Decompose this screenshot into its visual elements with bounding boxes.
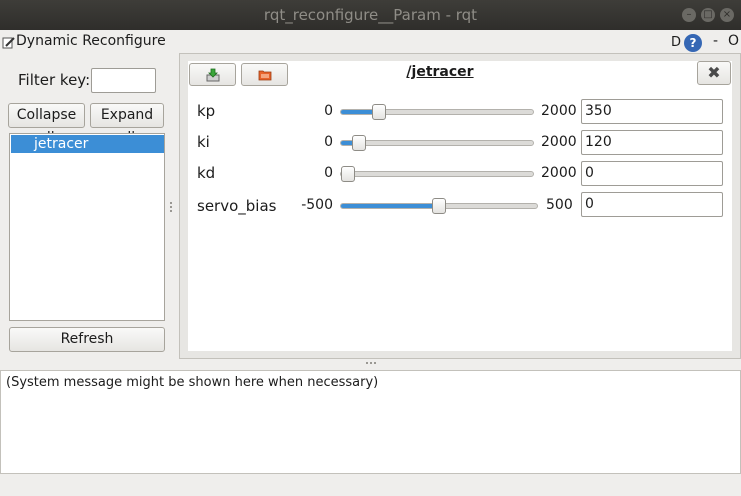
node-tree[interactable]: jetracer bbox=[9, 133, 165, 321]
window-title: rqt_reconfigure__Param - rqt bbox=[263, 6, 478, 24]
expand-all-button[interactable]: Expand all bbox=[90, 103, 164, 146]
window-titlebar: rqt_reconfigure__Param - rqt – □ × bbox=[0, 0, 741, 30]
load-button[interactable] bbox=[189, 63, 236, 86]
system-message-text: (System message might be shown here when… bbox=[6, 375, 379, 390]
param-slider[interactable] bbox=[340, 198, 538, 214]
slider-handle[interactable] bbox=[341, 166, 355, 182]
slider-handle[interactable] bbox=[351, 135, 366, 151]
plugin-title: Dynamic Reconfigure bbox=[16, 33, 166, 49]
filter-key-label: Filter key: bbox=[18, 71, 91, 89]
param-value-input[interactable]: 350 bbox=[581, 99, 723, 124]
minimize-plugin-icon[interactable]: - bbox=[713, 33, 718, 49]
dock-d-icon[interactable]: D bbox=[671, 35, 681, 50]
param-slider[interactable] bbox=[340, 104, 534, 120]
param-slider[interactable] bbox=[340, 135, 534, 151]
param-name: kp bbox=[197, 102, 216, 120]
param-name: ki bbox=[197, 133, 210, 151]
param-max: 500 bbox=[546, 197, 573, 213]
options-plugin-icon[interactable]: O bbox=[728, 33, 739, 49]
param-max: 2000 bbox=[541, 134, 577, 150]
param-name: servo_bias bbox=[197, 197, 277, 215]
system-message-area: (System message might be shown here when… bbox=[0, 370, 741, 474]
param-slider[interactable] bbox=[340, 166, 534, 182]
close-node-button[interactable]: ✖ bbox=[697, 61, 731, 85]
node-title: /jetracer bbox=[406, 64, 474, 80]
close-window-icon[interactable]: × bbox=[720, 8, 734, 22]
param-min: -500 bbox=[301, 197, 333, 213]
collapse-all-button[interactable]: Collapse all bbox=[8, 103, 85, 146]
param-min: 0 bbox=[324, 103, 333, 119]
filter-key-input[interactable] bbox=[91, 68, 156, 93]
slider-handle[interactable] bbox=[372, 104, 387, 120]
help-icon[interactable]: ? bbox=[684, 34, 702, 52]
param-min: 0 bbox=[324, 165, 333, 181]
param-max: 2000 bbox=[541, 165, 577, 181]
param-min: 0 bbox=[324, 134, 333, 150]
maximize-icon[interactable]: □ bbox=[701, 8, 715, 22]
param-value-input[interactable]: 120 bbox=[581, 130, 723, 155]
slider-handle[interactable] bbox=[432, 198, 446, 214]
param-max: 2000 bbox=[541, 103, 577, 119]
vertical-splitter-handle[interactable] bbox=[170, 200, 174, 214]
load-icon bbox=[206, 68, 220, 82]
param-value-input[interactable]: 0 bbox=[581, 192, 723, 217]
plugin-edit-icon bbox=[2, 37, 15, 49]
refresh-button[interactable]: Refresh bbox=[9, 327, 165, 352]
param-value-input[interactable]: 0 bbox=[581, 161, 723, 186]
tree-item-jetracer[interactable]: jetracer bbox=[11, 135, 164, 153]
minimize-icon[interactable]: – bbox=[682, 8, 696, 22]
save-button[interactable] bbox=[241, 63, 288, 86]
slider-fill bbox=[341, 204, 439, 208]
horizontal-splitter-handle[interactable] bbox=[366, 362, 380, 366]
param-name: kd bbox=[197, 164, 216, 182]
folder-icon bbox=[258, 70, 272, 81]
